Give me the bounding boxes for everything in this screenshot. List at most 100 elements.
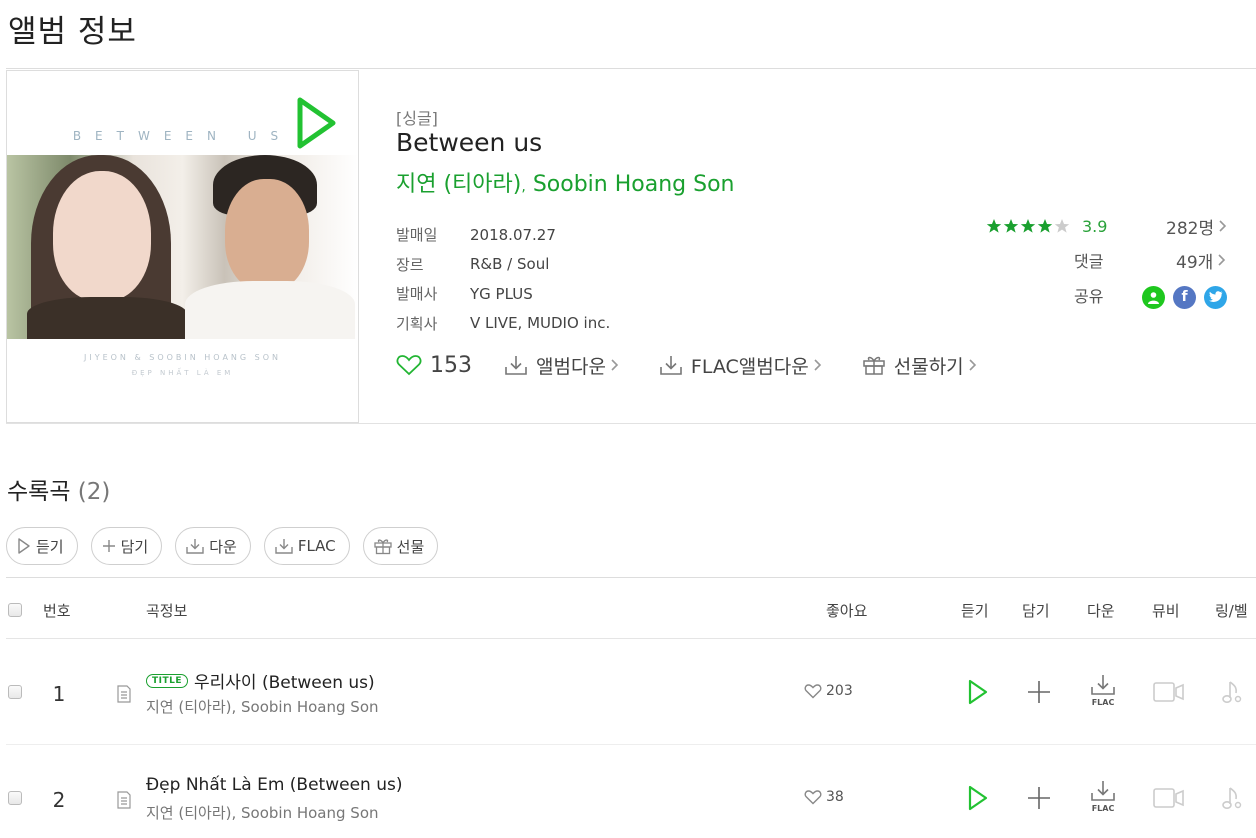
divider: [6, 68, 1256, 69]
meta-key: 발매일: [396, 226, 438, 245]
gift-selected-label: 선물: [396, 537, 425, 556]
col-add: 담기: [1022, 602, 1050, 620]
flac-selected-button[interactable]: FLAC: [263, 527, 350, 565]
play-icon[interactable]: [966, 678, 990, 706]
col-mv: 뮤비: [1152, 602, 1180, 620]
album-cover[interactable]: BETWEEN US JIYEON & SOOBIN HOANG SON ĐẸP…: [6, 70, 359, 423]
chevron-right-icon: [1218, 254, 1226, 266]
chevron-right-icon: [969, 359, 976, 371]
download-selected-button[interactable]: 다운: [175, 527, 251, 565]
artist-link[interactable]: 지연 (티아라): [396, 172, 521, 197]
col-download: 다운: [1087, 602, 1115, 620]
album-flac-download-button[interactable]: FLAC앨범다운: [659, 352, 830, 379]
star-filled-icon: [1037, 219, 1053, 233]
download-selected-label: 다운: [209, 537, 237, 556]
flac-download-icon[interactable]: FLAC: [1088, 779, 1118, 813]
add-icon[interactable]: [1026, 679, 1052, 705]
comments-count-link[interactable]: 49개: [1176, 247, 1226, 273]
track-number: 1: [52, 682, 66, 706]
video-icon[interactable]: [1152, 681, 1186, 703]
col-likes: 좋아요: [826, 602, 868, 620]
video-icon[interactable]: [1152, 787, 1186, 809]
flac-download-icon[interactable]: FLAC: [1088, 673, 1118, 707]
meta-value: 2018.07.27: [470, 225, 556, 244]
tracks-count: (2): [77, 479, 111, 505]
gift-icon: [373, 539, 392, 555]
chevron-right-icon: [611, 359, 619, 371]
twitter-icon[interactable]: [1204, 285, 1227, 309]
album-like-button[interactable]: 153: [396, 353, 472, 378]
divider: [6, 744, 1256, 745]
ringtone-icon[interactable]: [1221, 679, 1243, 705]
tracks-heading: 수록곡 (2): [7, 472, 110, 506]
add-selected-button[interactable]: 담기: [90, 527, 163, 565]
album-download-button[interactable]: 앨범다운: [504, 352, 627, 379]
share-icons: f: [1142, 284, 1227, 310]
cover-face-right: [225, 179, 309, 291]
artist-link[interactable]: Soobin Hoang Son: [533, 172, 735, 197]
track-title-text: Đẹp Nhất Là Em (Between us): [146, 775, 403, 795]
meta-row-genre: 장르 R&B / Soul: [396, 250, 610, 280]
track-checkbox[interactable]: [8, 685, 22, 699]
star-filled-icon: [986, 219, 1002, 233]
play-icon: [18, 538, 30, 554]
profile-icon[interactable]: [1142, 285, 1165, 309]
track-checkbox[interactable]: [8, 791, 22, 805]
album-gift-button[interactable]: 선물하기: [862, 352, 985, 379]
tracks-heading-label: 수록곡: [7, 479, 71, 505]
divider: [6, 638, 1256, 639]
download-icon: [275, 539, 293, 554]
flac-label: FLAC: [1091, 698, 1115, 707]
album-play-icon[interactable]: [291, 95, 339, 151]
track-like-count: 203: [826, 683, 853, 699]
meta-key: 발매사: [396, 285, 438, 304]
meta-row-release-date: 발매일 2018.07.27: [396, 220, 610, 250]
gift-icon: [862, 356, 885, 375]
meta-key: 장르: [396, 255, 424, 274]
download-icon: [1091, 781, 1115, 801]
album-download-label: 앨범다운: [536, 355, 606, 378]
track-title[interactable]: Đẹp Nhất Là Em (Between us): [146, 775, 403, 795]
col-number: 번호: [43, 602, 71, 620]
track-title-text: 우리사이 (Between us): [194, 673, 375, 693]
select-all-checkbox[interactable]: [8, 603, 22, 617]
add-icon[interactable]: [1026, 785, 1052, 811]
rating[interactable]: 3.9: [986, 213, 1107, 239]
gift-selected-button[interactable]: 선물: [362, 527, 439, 565]
heart-icon: [396, 355, 422, 376]
flac-selected-label: FLAC: [297, 537, 336, 555]
cover-face-left: [53, 171, 151, 301]
track-like-button[interactable]: 38: [804, 789, 844, 805]
album-gift-label: 선물하기: [893, 355, 964, 378]
rating-count-link[interactable]: 282명: [1166, 213, 1227, 239]
listen-selected-button[interactable]: 듣기: [6, 527, 78, 565]
listen-selected-label: 듣기: [36, 537, 64, 556]
add-selected-label: 담기: [120, 537, 149, 556]
rating-score: 3.9: [1082, 216, 1108, 236]
chevron-right-icon: [1219, 220, 1227, 232]
meta-value: V LIVE, MUDIO inc.: [470, 314, 611, 333]
song-info-icon[interactable]: [116, 685, 132, 703]
download-icon: [1091, 675, 1115, 695]
cover-art-subtitle: ĐẸP NHẤT LÀ EM: [131, 369, 234, 377]
track-like-button[interactable]: 203: [804, 683, 853, 699]
track-like-count: 38: [826, 789, 844, 805]
track-artists[interactable]: 지연 (티아라), Soobin Hoang Son: [146, 696, 379, 717]
cover-shirt-left: [27, 297, 187, 339]
comments-count: 49개: [1176, 252, 1214, 273]
album-flac-download-label: FLAC앨범다운: [690, 355, 809, 378]
heart-icon: [804, 684, 822, 699]
meta-value: YG PLUS: [470, 284, 533, 303]
track-title[interactable]: TITLE 우리사이 (Between us): [146, 668, 375, 693]
facebook-icon[interactable]: f: [1173, 285, 1196, 309]
cover-art-artists: JIYEON & SOOBIN HOANG SON: [83, 353, 282, 362]
col-info: 곡정보: [146, 602, 188, 620]
col-ring: 링/벨: [1215, 602, 1248, 620]
play-icon[interactable]: [966, 784, 990, 812]
song-info-icon[interactable]: [116, 791, 132, 809]
heart-icon: [804, 790, 822, 805]
page-title: 앨범 정보: [8, 14, 137, 50]
album-type: [싱글]: [396, 109, 438, 128]
ringtone-icon[interactable]: [1221, 785, 1243, 811]
track-artists[interactable]: 지연 (티아라), Soobin Hoang Son: [146, 802, 379, 823]
